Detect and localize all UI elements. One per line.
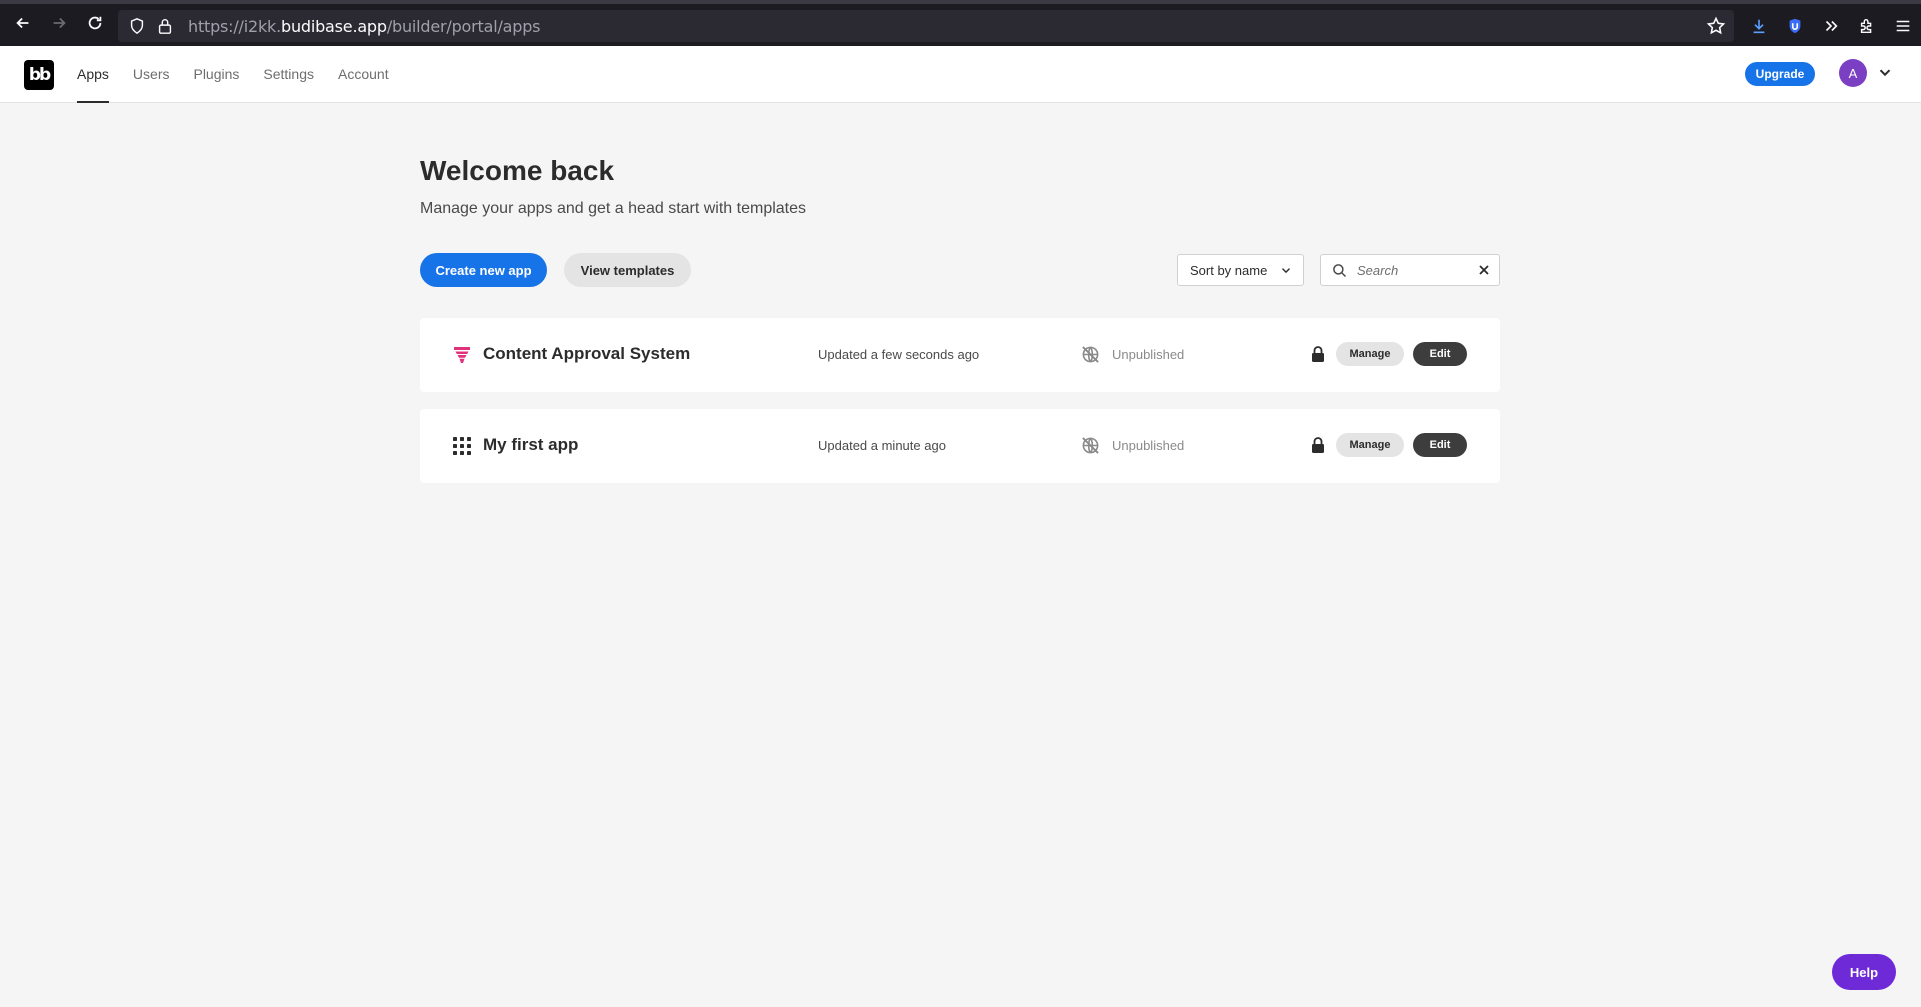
- lock-icon[interactable]: [1310, 345, 1326, 363]
- budibase-logo[interactable]: bb: [24, 60, 54, 90]
- double-chevron-right-icon: [1825, 20, 1838, 32]
- back-button[interactable]: [5, 5, 41, 41]
- arrow-left-icon: [16, 17, 29, 29]
- toolbar-right: [1741, 8, 1921, 44]
- app-row[interactable]: Content Approval System Updated a few se…: [420, 318, 1500, 392]
- globe-off-icon: [1082, 437, 1099, 454]
- app-updated-time: Updated a few seconds ago: [818, 347, 980, 362]
- search-icon: [1333, 264, 1347, 278]
- arrow-right-icon: [53, 17, 66, 29]
- manage-button[interactable]: Manage: [1336, 433, 1404, 457]
- chevron-down-icon[interactable]: [1876, 63, 1894, 81]
- more-tools-button[interactable]: [1813, 8, 1849, 44]
- user-avatar[interactable]: A: [1839, 59, 1867, 87]
- puzzle-icon: [1860, 19, 1872, 34]
- nav-tab-account[interactable]: Account: [338, 46, 389, 102]
- shield-icon[interactable]: [128, 17, 146, 35]
- funnel-icon: [454, 347, 470, 363]
- menu-button[interactable]: [1885, 8, 1921, 44]
- hamburger-icon: [1896, 20, 1910, 32]
- forward-button[interactable]: [41, 5, 77, 41]
- search-input[interactable]: [1357, 260, 1472, 280]
- help-button[interactable]: Help: [1832, 954, 1896, 990]
- app-row[interactable]: My first app Updated a minute ago Unpubl…: [420, 409, 1500, 483]
- create-new-app-button[interactable]: Create new app: [420, 253, 547, 287]
- reload-button[interactable]: [77, 5, 113, 41]
- close-icon[interactable]: [1478, 264, 1490, 276]
- nav-tab-settings[interactable]: Settings: [263, 46, 314, 102]
- view-templates-button[interactable]: View templates: [564, 253, 691, 287]
- app-name[interactable]: My first app: [483, 435, 578, 455]
- search-field[interactable]: [1320, 254, 1500, 286]
- bookmark-star-icon[interactable]: [1706, 16, 1726, 36]
- nav-tab-users[interactable]: Users: [133, 46, 170, 102]
- extension-shield-icon: [1789, 18, 1801, 34]
- chevron-down-icon: [1282, 268, 1290, 274]
- address-bar[interactable]: https://i2kk.budibase.app/builder/portal…: [118, 10, 1734, 42]
- publish-status: Unpublished: [1112, 438, 1185, 453]
- edit-button[interactable]: Edit: [1413, 433, 1467, 457]
- lock-icon[interactable]: [1310, 436, 1326, 454]
- app-updated-time: Updated a minute ago: [818, 438, 946, 453]
- nav-tab-plugins[interactable]: Plugins: [193, 46, 239, 102]
- reload-icon: [88, 16, 102, 30]
- browser-toolbar: https://i2kk.budibase.app/builder/portal…: [0, 0, 1921, 46]
- globe-off-icon: [1082, 346, 1099, 363]
- extensions-button[interactable]: [1849, 8, 1885, 44]
- upgrade-button[interactable]: Upgrade: [1745, 62, 1815, 86]
- sort-select-label: Sort by name: [1190, 262, 1268, 278]
- edit-button[interactable]: Edit: [1413, 342, 1467, 366]
- main-nav: Apps Users Plugins Settings Account: [77, 46, 413, 103]
- url-text: https://i2kk.budibase.app/builder/portal…: [188, 16, 541, 36]
- nav-tab-apps[interactable]: Apps: [77, 46, 109, 103]
- page-title: Welcome back: [420, 155, 615, 186]
- manage-button[interactable]: Manage: [1336, 342, 1404, 366]
- app-name[interactable]: Content Approval System: [483, 344, 690, 364]
- download-icon: [1753, 19, 1765, 34]
- app-header: bb Apps Users Plugins Settings Account U…: [0, 46, 1921, 103]
- sort-select[interactable]: Sort by name: [1177, 254, 1304, 286]
- extension-shield-button[interactable]: [1777, 8, 1813, 44]
- page-subtitle: Manage your apps and get a head start wi…: [420, 200, 807, 217]
- grid-dots-icon: [453, 437, 471, 455]
- publish-status: Unpublished: [1112, 347, 1185, 362]
- lock-icon[interactable]: [156, 17, 174, 35]
- downloads-button[interactable]: [1741, 8, 1777, 44]
